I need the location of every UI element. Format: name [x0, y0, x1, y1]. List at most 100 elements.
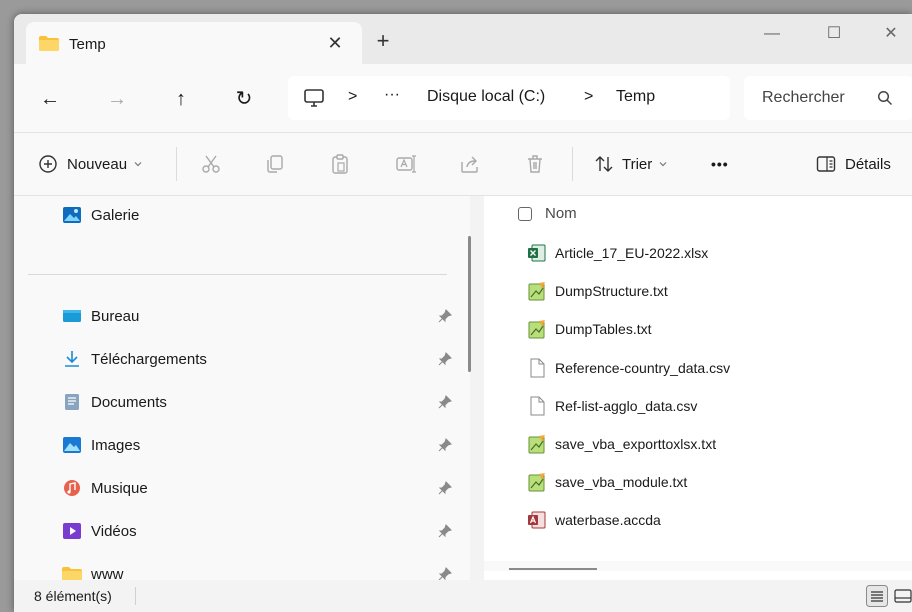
sidebar-item-label: www	[91, 565, 124, 581]
pin-icon[interactable]	[438, 524, 452, 538]
sidebar-scrollbar[interactable]	[468, 236, 471, 372]
details-button[interactable]: Détails	[816, 151, 891, 177]
file-row[interactable]: waterbase.accda	[528, 507, 661, 533]
select-all-checkbox[interactable]	[518, 206, 532, 221]
pin-icon[interactable]	[438, 352, 452, 366]
details-button-label: Détails	[845, 155, 891, 173]
explorer-window: Temp ✕ + — ☐ ✕ ← → ↑ ↻ > ··· Disque loca…	[14, 14, 912, 612]
back-button[interactable]: ←	[35, 84, 65, 114]
sidebar-item-videos[interactable]: Vidéos	[62, 518, 137, 544]
toolbar-divider	[572, 147, 573, 181]
navigation-pane: Galerie Bureau Téléchargements Documents	[14, 196, 470, 580]
breadcrumb-more-button[interactable]: ···	[384, 86, 400, 104]
maximize-button[interactable]: ☐	[811, 20, 857, 48]
sidebar-item-www[interactable]: www	[62, 561, 124, 580]
close-window-button[interactable]: ✕	[868, 20, 912, 48]
file-row[interactable]: Reference-country_data.csv	[528, 355, 730, 381]
toolbar-divider	[176, 147, 177, 181]
up-button[interactable]: ↑	[166, 84, 196, 114]
sidebar-item-images[interactable]: Images	[62, 432, 140, 458]
sidebar-item-musique[interactable]: Musique	[62, 475, 148, 501]
share-icon[interactable]	[459, 153, 481, 175]
forward-button[interactable]: →	[102, 84, 132, 114]
chevron-down-icon	[134, 162, 142, 167]
sort-button-label: Trier	[622, 155, 653, 173]
search-placeholder: Rechercher	[762, 89, 845, 106]
tab-close-icon[interactable]: ✕	[322, 30, 348, 56]
column-header-label: Nom	[545, 205, 577, 222]
folder-icon	[39, 36, 59, 51]
column-header-name[interactable]: Nom	[518, 205, 577, 222]
breadcrumb-temp[interactable]: Temp	[616, 88, 655, 106]
horizontal-scrollbar[interactable]	[509, 568, 597, 570]
sidebar-item-galerie[interactable]: Galerie	[62, 202, 139, 228]
sidebar-item-documents[interactable]: Documents	[62, 389, 167, 415]
videos-icon	[63, 523, 81, 539]
breadcrumb-drive[interactable]: Disque local (C:)	[427, 88, 545, 106]
notepad-icon	[528, 320, 545, 339]
sidebar-item-label: Vidéos	[91, 522, 137, 540]
pin-icon[interactable]	[438, 395, 452, 409]
status-bar: 8 élément(s)	[14, 580, 912, 612]
details-view-icon[interactable]	[866, 585, 888, 607]
new-tab-button[interactable]: +	[370, 28, 396, 54]
file-row[interactable]: save_vba_module.txt	[528, 469, 687, 495]
sidebar-item-telechargements[interactable]: Téléchargements	[62, 346, 207, 372]
sort-button[interactable]: Trier	[594, 151, 668, 177]
address-bar[interactable]: > ··· Disque local (C:) > Temp	[288, 76, 730, 120]
file-name: DumpStructure.txt	[555, 283, 668, 299]
desktop-icon	[63, 310, 81, 322]
title-bar: Temp ✕ + — ☐ ✕	[14, 14, 912, 64]
file-row[interactable]: Article_17_EU-2022.xlsx	[528, 240, 708, 266]
file-icon	[530, 396, 545, 416]
access-icon	[528, 511, 546, 529]
tab-temp[interactable]: Temp ✕	[26, 22, 362, 64]
more-options-button[interactable]: •••	[711, 151, 729, 177]
sidebar-item-bureau[interactable]: Bureau	[62, 303, 139, 329]
sidebar-item-label: Téléchargements	[91, 350, 207, 368]
sidebar-item-label: Galerie	[91, 206, 140, 224]
new-button[interactable]: Nouveau	[38, 151, 143, 177]
breadcrumb-separator: >	[584, 88, 594, 105]
file-row[interactable]: Ref-list-agglo_data.csv	[528, 393, 697, 419]
chevron-down-icon	[659, 162, 667, 167]
excel-icon	[528, 244, 546, 262]
file-row[interactable]: DumpTables.txt	[528, 316, 651, 342]
file-row[interactable]: save_vba_exporttoxlsx.txt	[528, 431, 716, 457]
plus-circle-icon	[39, 155, 57, 173]
paste-icon[interactable]	[329, 153, 351, 175]
notepad-icon	[528, 282, 545, 301]
search-box[interactable]: Rechercher	[744, 76, 912, 120]
pin-icon[interactable]	[438, 481, 452, 495]
notepad-icon	[528, 435, 545, 454]
file-name: Article_17_EU-2022.xlsx	[555, 245, 709, 261]
file-name: Ref-list-agglo_data.csv	[555, 398, 698, 414]
refresh-button[interactable]: ↻	[229, 84, 259, 114]
delete-icon[interactable]	[524, 153, 546, 175]
rename-icon[interactable]	[395, 153, 417, 175]
file-row[interactable]: DumpStructure.txt	[528, 278, 668, 304]
file-name: DumpTables.txt	[555, 321, 652, 337]
details-pane-icon	[816, 156, 836, 172]
sidebar-item-label: Documents	[91, 393, 167, 411]
computer-icon	[304, 89, 324, 107]
file-name: save_vba_exporttoxlsx.txt	[555, 436, 717, 452]
file-icon	[530, 358, 545, 378]
pin-icon[interactable]	[438, 309, 452, 323]
copy-icon[interactable]	[264, 153, 286, 175]
minimize-button[interactable]: —	[749, 20, 795, 48]
sidebar-item-label: Musique	[91, 479, 148, 497]
download-icon	[65, 351, 79, 367]
search-icon	[877, 90, 893, 106]
breadcrumb-separator: >	[348, 88, 358, 105]
pin-icon[interactable]	[438, 567, 452, 580]
tab-title: Temp	[69, 36, 106, 53]
pin-icon[interactable]	[438, 438, 452, 452]
pictures-icon	[63, 437, 81, 453]
file-list: Nom Article_17_EU-2022.xlsx DumpStructur…	[484, 196, 912, 580]
file-name: save_vba_module.txt	[555, 474, 688, 490]
tiles-view-icon[interactable]	[892, 585, 912, 607]
sort-icon	[595, 156, 613, 172]
cut-icon[interactable]	[200, 153, 222, 175]
sidebar-item-label: Bureau	[91, 307, 140, 325]
